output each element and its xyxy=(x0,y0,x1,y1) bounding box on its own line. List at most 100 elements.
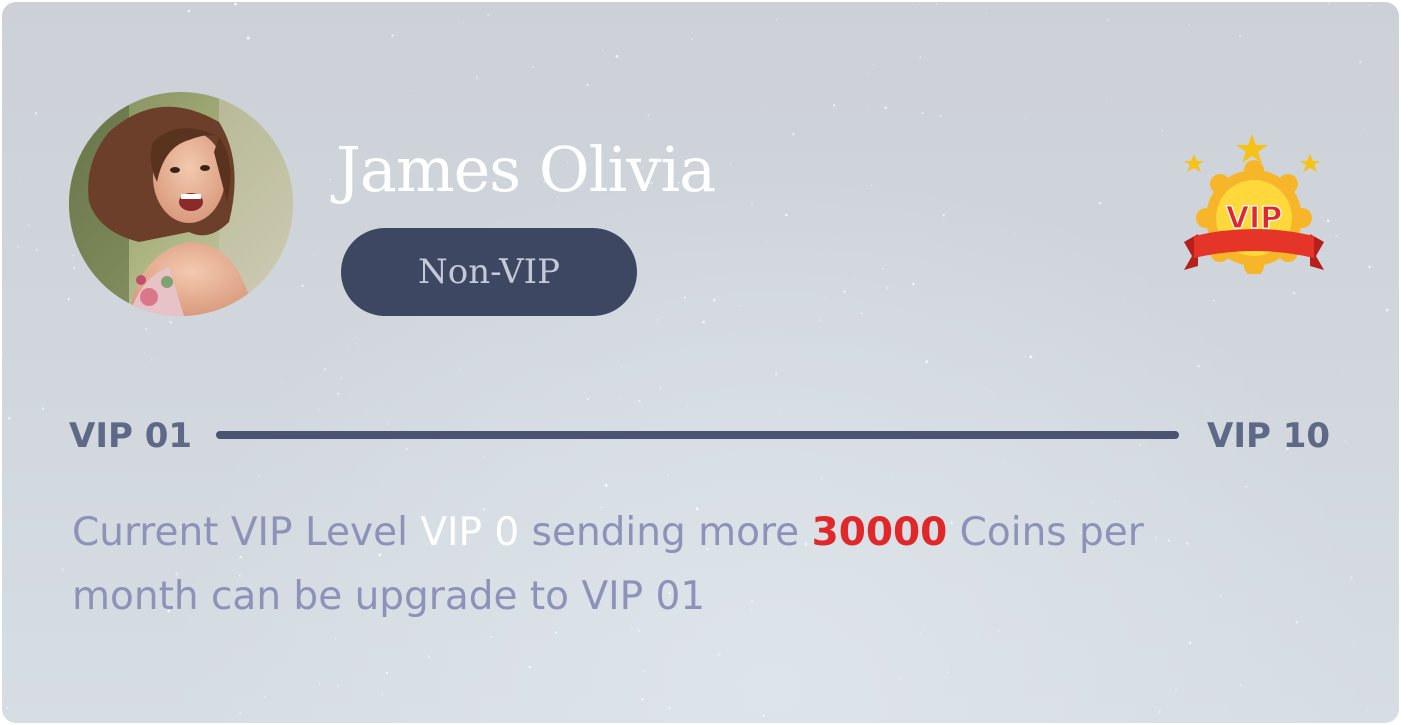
star-dot xyxy=(1240,684,1242,687)
star-dot xyxy=(1106,18,1109,21)
star-dot xyxy=(7,417,11,420)
star-dot xyxy=(1344,440,1347,442)
star-dot xyxy=(169,320,173,324)
star-dot xyxy=(583,391,586,394)
star-dot xyxy=(35,249,38,252)
star-dot xyxy=(150,359,153,361)
star-dot xyxy=(620,366,622,368)
star-dot xyxy=(1292,291,1296,295)
star-dot xyxy=(1026,673,1028,675)
star-dot xyxy=(985,11,987,14)
star-dot xyxy=(258,475,260,477)
star-dot xyxy=(867,73,869,75)
star-dot xyxy=(915,7,917,9)
star-dot xyxy=(475,76,479,79)
star-dot xyxy=(643,670,646,673)
vip-progress-bar xyxy=(216,431,1179,439)
star-dot xyxy=(1188,24,1190,25)
star-dot xyxy=(717,652,721,656)
star-dot xyxy=(604,484,608,487)
star-dot xyxy=(391,34,394,37)
star-dot xyxy=(637,399,641,403)
star-dot xyxy=(762,714,765,717)
star-dot xyxy=(668,706,672,710)
star-dot xyxy=(615,54,619,58)
star-dot xyxy=(860,312,863,315)
star-dot xyxy=(489,635,493,638)
star-dot xyxy=(532,66,535,69)
star-dot xyxy=(1385,308,1389,312)
star-dot xyxy=(1328,546,1330,548)
star-dot xyxy=(765,239,767,241)
star-dot xyxy=(337,392,340,396)
star-dot xyxy=(347,349,349,351)
star-dot xyxy=(939,114,942,117)
star-dot xyxy=(882,268,884,270)
star-dot xyxy=(586,83,589,86)
star-dot xyxy=(1029,355,1033,359)
star-dot xyxy=(280,381,283,384)
star-dot xyxy=(824,297,827,299)
star-dot xyxy=(602,49,604,51)
star-dot xyxy=(334,638,337,641)
star-dot xyxy=(405,447,408,450)
star-dot xyxy=(885,286,889,290)
star-dot xyxy=(115,105,117,107)
star-dot xyxy=(832,104,836,107)
star-dot xyxy=(778,410,780,412)
star-dot xyxy=(1353,645,1356,647)
star-dot xyxy=(872,63,875,66)
star-dot xyxy=(323,367,327,371)
star-dot xyxy=(819,319,821,321)
star-dot xyxy=(380,693,383,696)
star-dot xyxy=(656,318,659,321)
star-dot xyxy=(318,682,321,684)
star-dot xyxy=(1197,364,1200,368)
star-dot xyxy=(264,695,266,698)
star-dot xyxy=(144,327,148,331)
star-dot xyxy=(1335,235,1338,238)
star-dot xyxy=(1359,60,1362,64)
star-dot xyxy=(985,388,987,390)
current-vip-level: VIP 0 xyxy=(420,510,520,555)
star-dot xyxy=(410,90,412,92)
star-dot xyxy=(385,671,388,674)
star-dot xyxy=(17,246,20,249)
star-dot xyxy=(237,28,239,30)
user-name: James Olivia xyxy=(336,133,716,206)
star-dot xyxy=(866,104,868,106)
star-dot xyxy=(601,665,603,667)
star-dot xyxy=(2,352,4,355)
info-text-part1: Current VIP Level xyxy=(72,510,421,555)
star-dot xyxy=(528,665,532,669)
star-dot xyxy=(919,631,922,633)
star-dot xyxy=(1362,129,1365,131)
star-dot xyxy=(100,117,101,119)
star-dot xyxy=(620,397,622,399)
star-dot xyxy=(702,320,705,324)
star-dot xyxy=(647,113,650,116)
star-dot xyxy=(775,18,778,21)
star-dot xyxy=(1024,356,1026,358)
star-dot xyxy=(6,706,9,709)
star-dot xyxy=(355,343,357,345)
star-dot xyxy=(67,298,70,301)
star-dot xyxy=(20,178,22,180)
star-dot xyxy=(387,423,389,425)
star-dot xyxy=(1175,688,1177,691)
star-dot xyxy=(328,178,331,181)
star-dot xyxy=(72,254,74,257)
info-text-part2: sending more xyxy=(519,510,812,555)
star-dot xyxy=(1014,232,1016,234)
star-dot xyxy=(919,56,922,59)
star-dot xyxy=(891,473,893,475)
star-dot xyxy=(109,636,111,638)
vip-status-badge[interactable]: Non-VIP xyxy=(341,228,637,316)
star-dot xyxy=(683,296,686,299)
star-dot xyxy=(947,671,949,673)
star-dot xyxy=(1105,99,1107,102)
avatar[interactable] xyxy=(69,92,293,316)
star-dot xyxy=(374,691,376,693)
star-dot xyxy=(912,282,915,286)
star-dot xyxy=(1368,265,1371,268)
